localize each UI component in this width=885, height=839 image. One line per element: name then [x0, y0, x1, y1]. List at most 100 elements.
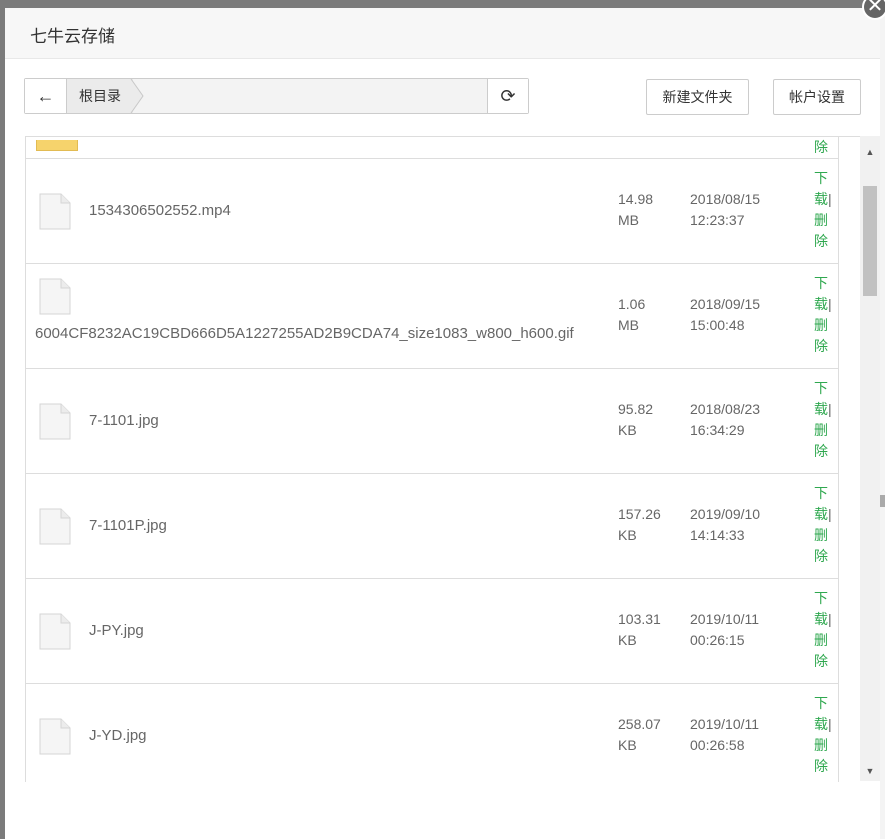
download-link-text-1: 下	[814, 590, 828, 606]
action-separator: |	[828, 611, 832, 627]
file-size: 103.31 KB	[618, 609, 661, 651]
delete-link[interactable]: 删除	[814, 632, 828, 669]
file-name[interactable]: J-PY.jpg	[89, 622, 144, 639]
refresh-icon: ⟳	[500, 86, 516, 106]
file-actions: 下载| 删除	[814, 273, 836, 357]
file-modified: 2018/08/15 12:23:37	[690, 189, 760, 231]
toolbar: ← 根目录 ⟳ 新建文件夹 帐户设置	[5, 58, 880, 136]
file-row-partial[interactable]: 除	[25, 137, 839, 159]
new-folder-button[interactable]: 新建文件夹	[646, 79, 749, 115]
file-row[interactable]: J-PY.jpg 103.31 KB 2019/10/11 00:26:15 下…	[25, 579, 839, 684]
download-link[interactable]: 下载	[814, 590, 828, 627]
path-bar: ← 根目录 ⟳	[24, 78, 529, 114]
file-size-value: 95.82	[618, 401, 654, 417]
file-size-value: 1.06	[618, 296, 646, 312]
arrow-left-icon: ←	[36, 86, 55, 106]
file-list: 除 1534306502552.mp4 14.98 MB 2018/08/15 …	[25, 136, 860, 782]
file-size-unit: KB	[618, 632, 637, 648]
delete-link-text-2: 除	[814, 653, 828, 669]
download-link-text-1: 下	[814, 380, 828, 396]
refresh-button[interactable]: ⟳	[487, 79, 528, 113]
download-link[interactable]: 下载	[814, 485, 828, 522]
download-link-text-2: 载	[814, 401, 828, 417]
action-separator: |	[828, 296, 832, 312]
action-separator: |	[828, 191, 832, 207]
file-size-value: 258.07	[618, 716, 661, 732]
file-modified: 2018/08/23 16:34:29	[690, 399, 760, 441]
download-link[interactable]: 下载	[814, 380, 828, 417]
file-row[interactable]: 1534306502552.mp4 14.98 MB 2018/08/15 12…	[25, 159, 839, 264]
download-link-text-1: 下	[814, 170, 828, 186]
delete-link[interactable]: 删除	[814, 212, 828, 249]
file-name[interactable]: 1534306502552.mp4	[89, 202, 231, 219]
file-actions: 下载| 删除	[814, 483, 836, 567]
file-date: 2018/08/23	[690, 401, 761, 417]
action-separator: |	[828, 401, 832, 417]
file-size-value: 157.26	[618, 506, 661, 522]
delete-link-partial[interactable]: 除	[814, 137, 828, 157]
file-size: 157.26 KB	[618, 504, 661, 546]
dialog-header: 七牛云存储	[5, 8, 880, 59]
file-date: 2018/08/15	[690, 191, 761, 207]
file-actions: 下载| 删除	[814, 693, 836, 777]
breadcrumb-chevron-icon	[130, 79, 144, 113]
file-icon	[39, 193, 71, 230]
file-row[interactable]: 7-1101.jpg 95.82 KB 2018/08/23 16:34:29 …	[25, 369, 839, 474]
file-date: 2019/10/11	[690, 611, 760, 627]
file-date: 2019/09/10	[690, 506, 761, 522]
file-icon	[39, 718, 71, 755]
download-link[interactable]: 下载	[814, 275, 828, 312]
file-time: 16:34:29	[690, 422, 745, 438]
file-size: 1.06 MB	[618, 294, 645, 336]
file-modified: 2018/09/15 15:00:48	[690, 294, 760, 336]
scroll-down-arrow-icon[interactable]: ▼	[860, 761, 880, 781]
file-size-unit: MB	[618, 317, 639, 333]
breadcrumb-root[interactable]: 根目录	[67, 79, 133, 113]
scroll-up-arrow-icon[interactable]: ▲	[860, 142, 880, 162]
file-size-value: 14.98	[618, 191, 654, 207]
file-icon	[39, 508, 71, 545]
delete-link-text-2: 除	[814, 758, 828, 774]
file-date: 2018/09/15	[690, 296, 761, 312]
delete-link[interactable]: 删除	[814, 737, 828, 774]
file-size-unit: KB	[618, 527, 637, 543]
file-row[interactable]: 6004CF8232AC19CBD666D5A1227255AD2B9CDA74…	[25, 264, 839, 369]
delete-link-text-1: 删	[814, 632, 828, 648]
file-actions: 下载| 删除	[814, 588, 836, 672]
delete-link[interactable]: 删除	[814, 317, 828, 354]
file-time: 00:26:15	[690, 632, 745, 648]
delete-link-text-2: 除	[814, 338, 828, 354]
file-size-value: 103.31	[618, 611, 661, 627]
action-separator: |	[828, 506, 832, 522]
file-row[interactable]: 7-1101P.jpg 157.26 KB 2019/09/10 14:14:3…	[25, 474, 839, 579]
file-name[interactable]: J-YD.jpg	[89, 727, 147, 744]
file-name[interactable]: 7-1101P.jpg	[89, 517, 167, 534]
file-name[interactable]: 7-1101.jpg	[89, 412, 159, 429]
file-name[interactable]: 6004CF8232AC19CBD666D5A1227255AD2B9CDA74…	[35, 325, 574, 342]
file-modified: 2019/09/10 14:14:33	[690, 504, 760, 546]
delete-link-text-2: 除	[814, 233, 828, 249]
background-fragment	[880, 495, 885, 507]
delete-link-text-2: 除	[814, 548, 828, 564]
file-size: 258.07 KB	[618, 714, 661, 756]
file-date: 2019/10/11	[690, 716, 760, 732]
dialog-title: 七牛云存储	[30, 27, 115, 46]
download-link-text-1: 下	[814, 485, 828, 501]
file-size: 95.82 KB	[618, 399, 653, 441]
file-time: 15:00:48	[690, 317, 745, 333]
download-link-text-2: 载	[814, 506, 828, 522]
file-rows: 除 1534306502552.mp4 14.98 MB 2018/08/15 …	[25, 137, 839, 782]
delete-link[interactable]: 删除	[814, 527, 828, 564]
file-time: 14:14:33	[690, 527, 745, 543]
file-row[interactable]: J-YD.jpg 258.07 KB 2019/10/11 00:26:58 下…	[25, 684, 839, 782]
download-link[interactable]: 下载	[814, 695, 828, 732]
scrollbar-thumb[interactable]	[863, 186, 877, 296]
delete-link[interactable]: 删除	[814, 422, 828, 459]
account-settings-button[interactable]: 帐户设置	[773, 79, 861, 115]
back-button[interactable]: ←	[25, 79, 67, 113]
file-size: 14.98 MB	[618, 189, 653, 231]
download-link[interactable]: 下载	[814, 170, 828, 207]
scrollbar[interactable]: ▲ ▼	[860, 136, 880, 781]
delete-link-text-1: 删	[814, 212, 828, 228]
file-size-unit: KB	[618, 737, 637, 753]
